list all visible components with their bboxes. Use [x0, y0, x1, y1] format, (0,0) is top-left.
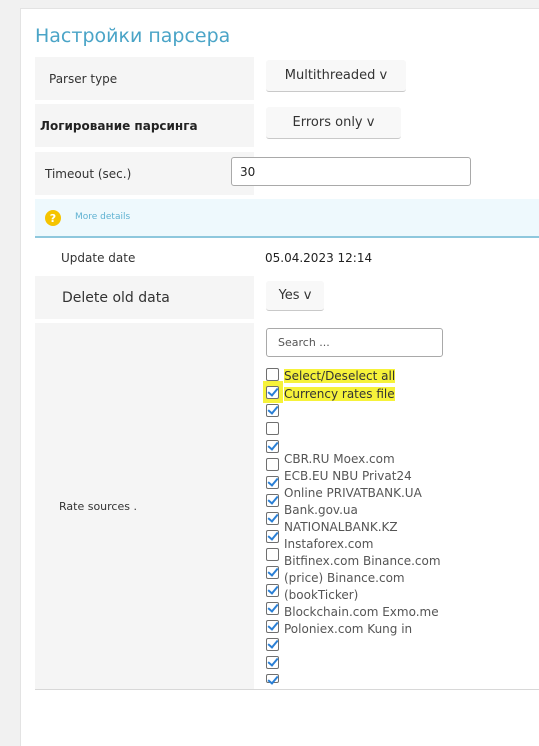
source-checkbox[interactable]	[266, 530, 279, 543]
source-checkbox[interactable]	[266, 620, 279, 633]
source-checkbox[interactable]	[266, 548, 279, 561]
source-checkbox[interactable]	[266, 404, 279, 417]
delete-old-label: Delete old data	[35, 276, 254, 319]
source-label: ECB.EU NBU Privat24	[284, 469, 412, 483]
source-checkbox[interactable]	[266, 656, 279, 669]
source-checkbox[interactable]	[266, 422, 279, 435]
currency-file-checkbox[interactable]	[266, 386, 279, 399]
info-bar: ? More details	[35, 199, 539, 238]
source-checkbox[interactable]	[266, 440, 279, 453]
source-label: Blockchain.com Exmo.me	[284, 605, 439, 619]
source-label: Poloniex.com Kung in	[284, 622, 413, 636]
question-icon[interactable]: ?	[45, 210, 61, 226]
source-label: Instaforex.com	[284, 537, 374, 551]
update-date-value: 05.04.2023 12:14	[256, 243, 539, 272]
page-title: Настройки парсера	[35, 25, 231, 47]
currency-file-label[interactable]: Currency rates file	[284, 386, 395, 403]
logging-select[interactable]: Errors only v	[266, 107, 401, 139]
select-all-checkbox[interactable]	[266, 368, 279, 381]
source-checkbox[interactable]	[266, 476, 279, 489]
source-checkbox[interactable]	[266, 602, 279, 615]
source-checkbox[interactable]	[266, 638, 279, 651]
more-details-link[interactable]: More details	[75, 212, 130, 222]
select-all-label[interactable]: Select/Deselect all	[284, 368, 396, 385]
source-checkbox[interactable]	[266, 494, 279, 507]
source-label: NATIONALBANK.KZ	[284, 520, 398, 534]
parser-type-select[interactable]: Multithreaded v	[266, 60, 406, 92]
source-label: (bookTicker)	[284, 588, 359, 602]
source-label: (price) Binance.com	[284, 571, 405, 585]
source-label: CBR.RU Moex.com	[284, 452, 395, 466]
delete-old-select[interactable]: Yes v	[266, 281, 324, 311]
source-label: Bitfinex.com Binance.com	[284, 554, 441, 568]
timeout-input[interactable]: 30	[231, 157, 471, 186]
source-checkbox[interactable]	[266, 458, 279, 471]
source-label: Bank.gov.ua	[284, 503, 358, 517]
rate-sources-label: Rate sources .	[35, 323, 254, 689]
source-checkbox[interactable]	[266, 512, 279, 525]
update-date-label: Update date	[35, 243, 254, 272]
timeout-label: Timeout (sec.)	[35, 152, 254, 195]
parser-type-label: Parser type	[35, 57, 254, 100]
update-date-row: Update date 05.04.2023 12:14	[35, 243, 539, 272]
sources-search-input[interactable]: Search ...	[266, 328, 443, 357]
source-checkbox[interactable]	[266, 566, 279, 579]
source-checkbox[interactable]	[266, 584, 279, 597]
source-checkbox[interactable]	[266, 674, 279, 683]
logging-label: Логирование парсинга	[35, 104, 254, 147]
source-label: Online PRIVATBANK.UA	[284, 486, 422, 500]
